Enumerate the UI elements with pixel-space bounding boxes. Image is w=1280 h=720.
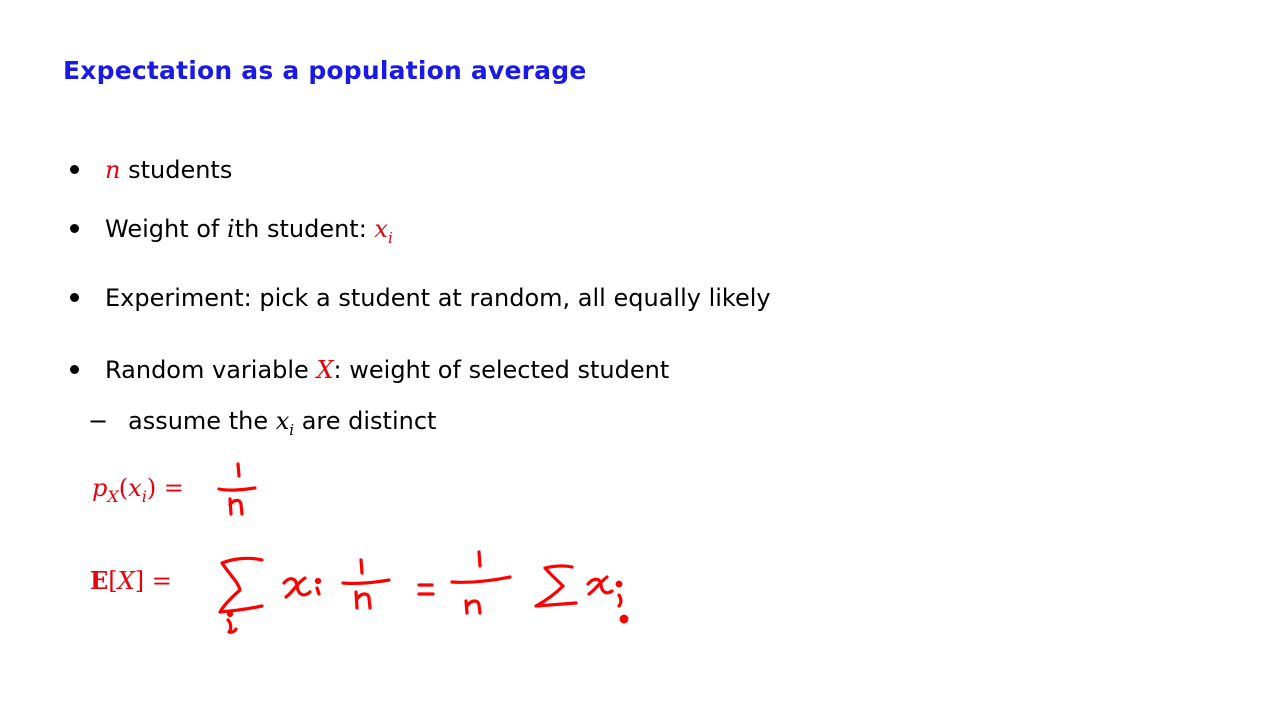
handwritten-equals (417, 583, 435, 596)
handwritten-x-i (282, 576, 322, 599)
handwritten-fraction-one-over-n (217, 462, 257, 516)
handwritten-annotations (217, 462, 629, 634)
handwritten-sum-icon (534, 564, 578, 608)
handwritten-x-i (586, 575, 629, 624)
handwritten-sum-icon (218, 556, 264, 634)
handwritten-fraction-one-over-n (341, 558, 391, 610)
handwritten-fraction-one-over-n (450, 550, 512, 615)
